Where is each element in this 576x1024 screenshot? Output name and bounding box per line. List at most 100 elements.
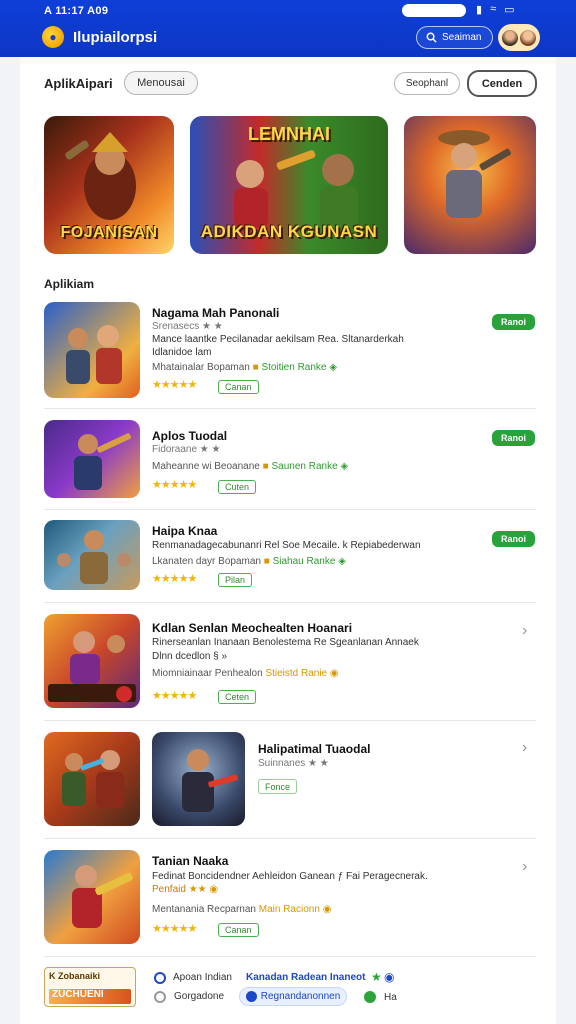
divider (44, 956, 536, 957)
app-developer: Suinnanes ★ ★ (258, 758, 329, 769)
rating-stars: ★★★★★ (152, 690, 197, 702)
app-tag: Canan (218, 380, 259, 394)
app-thumbnail[interactable] (44, 732, 140, 826)
app-description: Renmanadagecabunanri Rel Soe Mecaile. k … (152, 540, 421, 551)
app-name[interactable]: Aplos Tuodal (152, 429, 227, 443)
section-title-apps: Aplikiam (44, 277, 95, 291)
app-developer: Srenasecs ★ ★ (152, 321, 223, 332)
footer-action-label: Regnandanonnen (260, 991, 341, 1002)
app-art (57, 530, 131, 584)
app-thumbnail[interactable] (44, 850, 140, 944)
app-tag: Canan (218, 923, 259, 937)
footer-text: Ha (384, 992, 397, 1003)
search-button[interactable]: Seaiman (416, 26, 493, 49)
sim-icon: ▮ (476, 4, 483, 16)
top-app-bar: A 11:17 A09 ▮ ≈ ▭ ● Ilupiailorpsi Seaima… (0, 0, 576, 57)
featured-banner[interactable]: FOJANISAN (44, 116, 174, 254)
shield-icon (245, 991, 257, 1002)
app-art (62, 750, 124, 808)
app-thumbnail[interactable] (44, 302, 140, 398)
battery-icon: ▭ (504, 4, 515, 16)
search-icon (426, 32, 437, 43)
app-meta: Maheanne wi Beoanane ■ Saunen Ranke ◈ (152, 461, 349, 472)
app-description: Dlnn dcedlon § » (152, 651, 228, 662)
app-art (182, 749, 238, 812)
divider (44, 408, 536, 409)
app-art (74, 433, 131, 490)
featured-banner[interactable] (404, 116, 536, 254)
app-meta: Mhatainalar Bopaman ■ Stoitien Ranke ◈ (152, 362, 337, 373)
divider (44, 509, 536, 510)
sort-chip[interactable]: Seophanl (394, 72, 460, 95)
app-title: Ilupiailorpsi (73, 29, 158, 46)
banner-headline: LEMNHAI (248, 124, 330, 144)
app-art (48, 631, 136, 702)
featured-banner[interactable]: LEMNHAI ADIKDAN KGUNASN (190, 116, 388, 254)
app-thumbnail[interactable] (152, 732, 245, 826)
app-thumbnail[interactable] (44, 420, 140, 498)
section-title-featured: AplikAipari (44, 76, 113, 91)
app-name[interactable]: Haipa Knaa (152, 524, 217, 538)
app-description: Mance laantke Pecilanadar aekilsam Rea. … (152, 334, 404, 345)
app-name[interactable]: Kdlan Senlan Meochealten Hoanari (152, 621, 352, 635)
info-icon: ◉ (384, 970, 395, 984)
check-circle-icon (154, 972, 166, 984)
wifi-icon: ≈ (490, 3, 497, 15)
app-tag: Cuten (218, 480, 257, 494)
install-button[interactable]: Ranoi (492, 430, 535, 446)
app-name[interactable]: Halipatimal Tuaodal (258, 742, 370, 756)
status-notification-pill (402, 4, 466, 17)
avatar (502, 29, 518, 46)
footer-action-button[interactable]: Regnandanonnen (239, 987, 347, 1006)
divider (44, 720, 536, 721)
footer-text: Apoan Indian (173, 972, 232, 983)
rating-stars: ★★★★★ (152, 923, 197, 935)
avatar (520, 29, 536, 46)
banner-title: FOJANISAN (60, 224, 158, 241)
install-button[interactable]: Ranoi (492, 531, 535, 547)
app-logo-icon[interactable]: ● (42, 26, 64, 48)
app-name[interactable]: Tanian Naaka (152, 854, 228, 868)
status-time: A 11:17 A09 (44, 5, 109, 17)
app-tag: Fonce (258, 779, 298, 794)
app-name[interactable]: Nagama Mah Panonali (152, 306, 279, 320)
banner-hero-art (438, 130, 511, 218)
promo-badge-banner: ZUCHUENI (49, 989, 131, 1004)
app-meta: Penfaid ★★ ◉ (152, 884, 219, 895)
status-icons: ▮ ≈ ▭ (476, 3, 515, 16)
banner-title: ADIKDAN KGUNASN (200, 222, 378, 241)
app-meta: Miomniainaar Penhealon Stieistd Ranie ◉ (152, 668, 339, 679)
settings-icon (154, 991, 166, 1003)
category-button[interactable]: Cenden (467, 70, 537, 97)
rating-stars: ★★★★★ (152, 379, 197, 391)
chevron-right-icon[interactable]: › (522, 858, 527, 876)
app-thumbnail[interactable] (44, 614, 140, 708)
app-description: Idlanidoe lam (152, 347, 212, 358)
star-icon: ★ (371, 970, 382, 984)
app-art (72, 865, 133, 928)
install-button[interactable]: Ranoi (492, 314, 535, 330)
footer-link[interactable]: Kanadan Radean Inaneot (246, 972, 365, 983)
app-description: Fedinat Boncidendner Aehleidon Ganean ƒ … (152, 871, 428, 882)
app-art (66, 325, 122, 384)
app-meta: Mentanania Recparnan Main Racionn ◉ (152, 904, 332, 915)
divider (44, 838, 536, 839)
app-tag: Ceten (218, 690, 257, 704)
divider (44, 602, 536, 603)
app-developer: Fidoraane ★ ★ (152, 444, 221, 455)
search-button-label: Seaiman (442, 32, 482, 43)
chevron-right-icon[interactable]: › (522, 739, 527, 757)
chevron-right-icon[interactable]: › (522, 622, 527, 640)
promo-badge-label: K Zobanaiki (49, 971, 101, 981)
app-description: Rinerseanlan Inanaan Benolestema Re Sgea… (152, 637, 419, 648)
app-thumbnail[interactable] (44, 520, 140, 590)
app-meta: Lkanaten dayr Bopaman ■ Siahau Ranke ◈ (152, 556, 346, 567)
app-tag: Pilan (218, 573, 253, 587)
promo-badge[interactable]: K Zobanaiki ZUCHUENI (44, 967, 136, 1007)
rating-stars: ★★★★★ (152, 479, 197, 491)
footer-text: Gorgadone (174, 991, 225, 1002)
rating-stars: ★★★★★ (152, 573, 197, 585)
user-avatars[interactable] (498, 24, 540, 51)
green-dot-icon (364, 991, 376, 1003)
filter-chip[interactable]: Menousai (124, 71, 198, 95)
